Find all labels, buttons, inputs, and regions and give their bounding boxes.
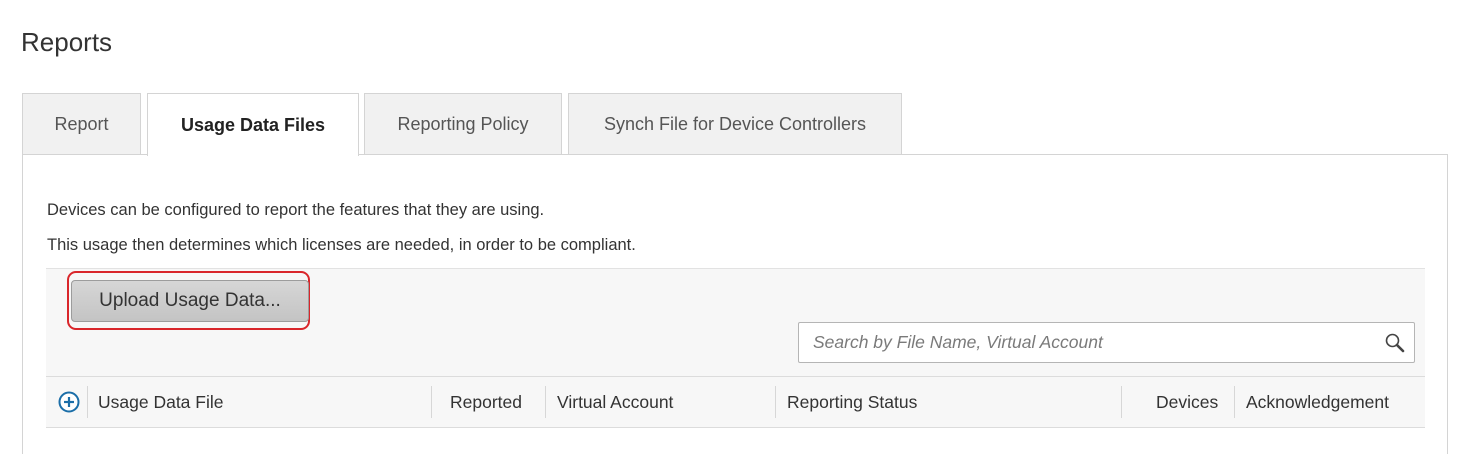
tab-usage-data-files-label: Usage Data Files	[180, 114, 326, 135]
column-divider	[775, 386, 776, 418]
search-input[interactable]	[799, 323, 1369, 362]
column-virtual-account[interactable]: Virtual Account	[557, 377, 772, 427]
column-divider	[87, 386, 88, 418]
column-divider	[545, 386, 546, 418]
tab-synch-file-label: Synch File for Device Controllers	[603, 113, 867, 134]
tab-usage-data-files[interactable]: Usage Data Files	[147, 93, 359, 156]
upload-usage-data-button[interactable]: Upload Usage Data...	[71, 280, 309, 322]
description-line-2: This usage then determines which license…	[47, 236, 636, 254]
search-icon[interactable]	[1384, 332, 1406, 354]
column-divider	[1234, 386, 1235, 418]
column-usage-data-file[interactable]: Usage Data File	[98, 377, 428, 427]
column-acknowledgement[interactable]: Acknowledgement	[1246, 377, 1421, 427]
report-tabs: Report Usage Data Files Reporting Policy…	[22, 93, 1448, 156]
column-reporting-status[interactable]: Reporting Status	[787, 377, 1117, 427]
plus-circle-icon[interactable]	[58, 391, 80, 413]
toolbar: Upload Usage Data...	[46, 268, 1425, 377]
usage-data-files-panel: Devices can be configured to report the …	[22, 154, 1448, 454]
description-line-1: Devices can be configured to report the …	[47, 201, 545, 219]
tab-report[interactable]: Report	[22, 93, 141, 154]
column-divider	[1121, 386, 1122, 418]
column-divider	[431, 386, 432, 418]
tab-synch-file[interactable]: Synch File for Device Controllers	[568, 93, 902, 154]
tab-reporting-policy-label: Reporting Policy	[397, 113, 529, 134]
tab-report-label: Report	[54, 113, 109, 134]
page-title: Reports	[21, 27, 113, 57]
column-reported[interactable]: Reported	[450, 377, 540, 427]
table-header: Usage Data File Reported Virtual Account…	[46, 376, 1425, 428]
tab-reporting-policy[interactable]: Reporting Policy	[364, 93, 562, 154]
search-field[interactable]	[798, 322, 1415, 363]
column-devices[interactable]: Devices	[1156, 377, 1236, 427]
